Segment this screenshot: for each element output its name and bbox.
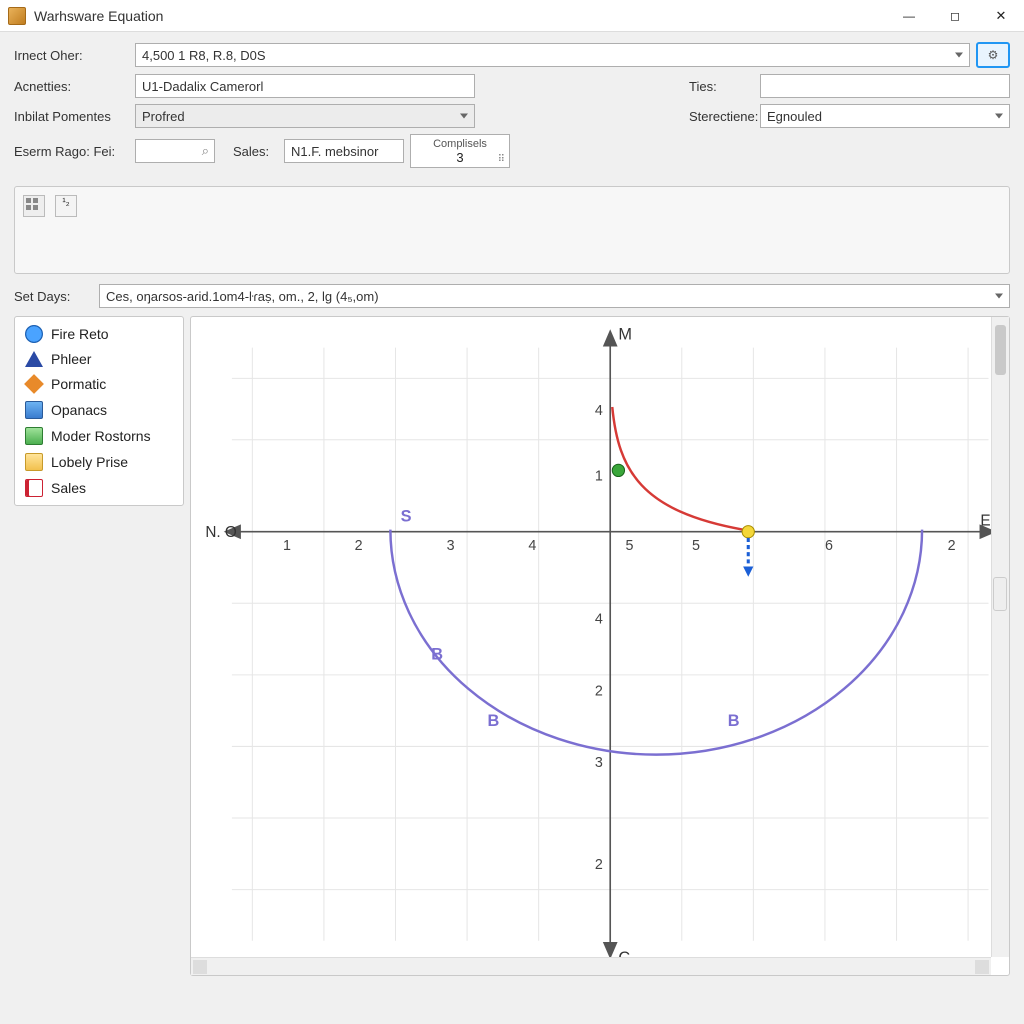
svg-text:2: 2 bbox=[355, 538, 363, 554]
sales-label: Sales: bbox=[233, 144, 278, 159]
acnetties-label: Acnetties: bbox=[14, 79, 129, 94]
svg-text:4: 4 bbox=[595, 403, 603, 419]
vertical-scrollbar[interactable] bbox=[991, 317, 1009, 957]
tool-strip: ¹₂ bbox=[14, 186, 1010, 274]
sidebar-item-label: Fire Reto bbox=[51, 326, 109, 342]
disk-icon bbox=[25, 401, 43, 419]
diamond-icon bbox=[24, 374, 44, 394]
sidebar-item-label: Pormatic bbox=[51, 376, 106, 392]
svg-text:B: B bbox=[431, 646, 443, 664]
svg-text:5: 5 bbox=[626, 538, 634, 554]
yellow-dot bbox=[742, 526, 754, 538]
sidebar-item-label: Sales bbox=[51, 480, 86, 496]
svg-text:M: M bbox=[618, 325, 632, 343]
svg-text:4: 4 bbox=[595, 612, 603, 628]
graph-canvas[interactable]: M C N. O Ea 1 2 3 4 5 5 6 2 4 1 4 2 3 2 bbox=[190, 316, 1010, 976]
svg-text:2: 2 bbox=[595, 857, 603, 873]
sidebar-item-fire-reto[interactable]: Fire Reto bbox=[15, 321, 183, 347]
eserm-search-input[interactable] bbox=[135, 139, 215, 163]
svg-text:N. O: N. O bbox=[205, 524, 237, 541]
svg-text:5: 5 bbox=[692, 538, 700, 554]
svg-text:2: 2 bbox=[595, 683, 603, 699]
svg-text:4: 4 bbox=[528, 538, 536, 554]
scroll-left-icon[interactable] bbox=[193, 960, 207, 974]
sidebar-item-label: Phleer bbox=[51, 351, 91, 367]
coordinate-plot: M C N. O Ea 1 2 3 4 5 5 6 2 4 1 4 2 3 2 bbox=[191, 317, 1009, 971]
sidebar-item-pormatic[interactable]: Pormatic bbox=[15, 371, 183, 397]
globe-icon bbox=[25, 325, 43, 343]
window-title: Warhsware Equation bbox=[34, 8, 163, 24]
svg-text:3: 3 bbox=[595, 755, 603, 771]
svg-text:6: 6 bbox=[825, 538, 833, 554]
close-button[interactable] bbox=[978, 0, 1024, 32]
ties-label: Ties: bbox=[669, 79, 754, 94]
sidebar-item-lobely-prise[interactable]: Lobely Prise bbox=[15, 449, 183, 475]
settings-button[interactable]: ⚙ bbox=[976, 42, 1010, 68]
maximize-button[interactable] bbox=[932, 0, 978, 32]
horizontal-scrollbar[interactable] bbox=[191, 957, 991, 975]
acnetties-input[interactable]: U1-Dadalix Camerorl bbox=[135, 74, 475, 98]
minimize-button[interactable] bbox=[886, 0, 932, 32]
splitter-handle[interactable] bbox=[993, 577, 1007, 611]
ties-input[interactable] bbox=[760, 74, 1010, 98]
gear-icon: ⚙ bbox=[988, 48, 999, 62]
eserm-label: Eserm Rago: Fei: bbox=[14, 144, 129, 159]
svg-text:S: S bbox=[401, 507, 412, 525]
sidebar-item-label: Opanacs bbox=[51, 402, 107, 418]
inbilat-label: Inbilat Pomentes bbox=[14, 109, 129, 124]
chart-icon bbox=[25, 427, 43, 445]
svg-text:B: B bbox=[728, 712, 740, 730]
svg-text:1: 1 bbox=[283, 538, 291, 554]
app-icon bbox=[8, 7, 26, 25]
inbilat-select[interactable]: Profred bbox=[135, 104, 475, 128]
folder-icon bbox=[25, 453, 43, 471]
setdays-select[interactable]: Ces, oŋaɾsos-aɾid.1om4-ŀɾaṣ, om., 2, lg … bbox=[99, 284, 1010, 308]
sterectiene-select[interactable]: Egnouled bbox=[760, 104, 1010, 128]
svg-text:3: 3 bbox=[447, 538, 455, 554]
complisels-value: 3 bbox=[456, 150, 463, 165]
scroll-right-icon[interactable] bbox=[975, 960, 989, 974]
sidebar-item-phleer[interactable]: Phleer bbox=[15, 347, 183, 371]
svg-text:1: 1 bbox=[595, 469, 603, 485]
sales-input[interactable]: N1.F. mebsinor bbox=[284, 139, 404, 163]
irnect-oher-select[interactable]: 4,500 1 R8, R.8, D0S bbox=[135, 43, 970, 67]
sidebar-item-opanacs[interactable]: Opanacs bbox=[15, 397, 183, 423]
sidebar-item-label: Lobely Prise bbox=[51, 454, 128, 470]
svg-text:2: 2 bbox=[948, 538, 956, 554]
titlebar: Warhsware Equation bbox=[0, 0, 1024, 32]
parameter-form: Irnect Oher: 4,500 1 R8, R.8, D0S ⚙ Acne… bbox=[0, 32, 1024, 180]
sidebar-item-label: Moder Rostorns bbox=[51, 428, 151, 444]
sterectiene-label: Sterectiene: bbox=[669, 109, 754, 124]
green-dot bbox=[612, 464, 624, 476]
sidebar-item-moder-rostorns[interactable]: Moder Rostorns bbox=[15, 423, 183, 449]
doc-icon bbox=[25, 479, 43, 497]
complisels-label: Complisels bbox=[433, 138, 487, 150]
setdays-label: Set Days: bbox=[14, 289, 89, 304]
grid-tool-button[interactable] bbox=[23, 195, 45, 217]
complisels-stepper[interactable]: Complisels 3 bbox=[410, 134, 510, 168]
sidebar: Fire Reto Phleer Pormatic Opanacs Moder … bbox=[14, 316, 184, 506]
triangle-icon bbox=[25, 351, 43, 367]
svg-text:B: B bbox=[488, 712, 500, 730]
purple-arc bbox=[390, 530, 922, 755]
irnect-oher-label: Irnect Oher: bbox=[14, 48, 129, 63]
sidebar-item-sales[interactable]: Sales bbox=[15, 475, 183, 501]
tool-button-2[interactable]: ¹₂ bbox=[55, 195, 77, 217]
red-curve bbox=[612, 407, 743, 530]
